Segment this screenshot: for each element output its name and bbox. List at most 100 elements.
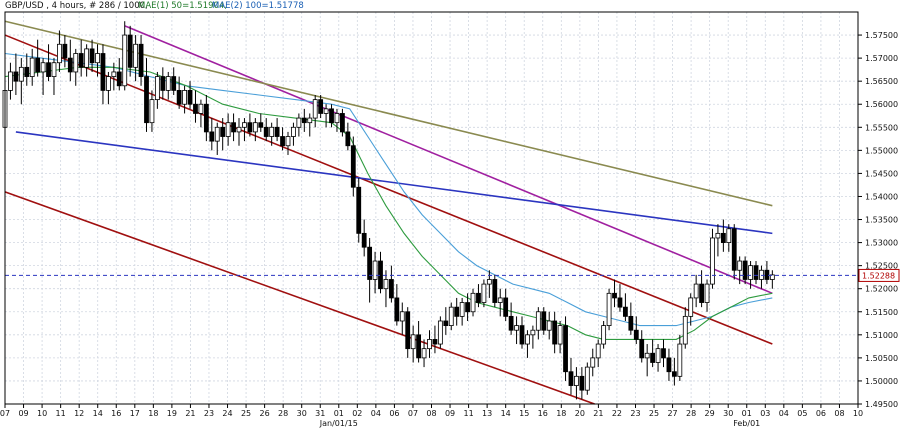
x-tick-label: 11 bbox=[464, 409, 474, 418]
candle-body bbox=[73, 53, 79, 73]
candle-body bbox=[661, 348, 666, 359]
candle-body bbox=[301, 117, 307, 124]
price-chart: 1.52288 1.57500 1.57000 1.56500 1.56000 1.55… bbox=[0, 0, 900, 429]
x-tick-label: 14 bbox=[93, 409, 103, 418]
candle-body bbox=[372, 260, 378, 280]
candle-body bbox=[106, 76, 111, 91]
candle-body bbox=[334, 113, 340, 124]
x-tick-label: 23 bbox=[630, 409, 640, 418]
candle-body bbox=[742, 260, 748, 280]
y-tick-label: 1.54500 bbox=[865, 169, 898, 178]
candle-body bbox=[525, 334, 530, 345]
candle-body bbox=[448, 306, 454, 327]
month-label: Feb/01 bbox=[733, 419, 760, 428]
candle-body bbox=[677, 343, 683, 377]
candle-body bbox=[666, 357, 672, 373]
candle-body bbox=[367, 246, 373, 280]
candle-body bbox=[574, 375, 579, 386]
candle-body bbox=[182, 90, 187, 105]
candle-body bbox=[127, 34, 133, 68]
candle-body bbox=[557, 325, 563, 345]
candle-body bbox=[503, 297, 509, 317]
candle-body bbox=[40, 62, 46, 73]
candle-body bbox=[318, 99, 324, 114]
y-tick-label: 1.56500 bbox=[865, 77, 898, 86]
candle-body bbox=[579, 375, 585, 391]
candle-body bbox=[340, 113, 345, 133]
x-tick-label: 21 bbox=[593, 409, 603, 418]
candle-body bbox=[160, 76, 166, 91]
candle-body bbox=[726, 228, 732, 243]
candle-body bbox=[628, 315, 634, 331]
chart-window: 1.52288 1.57500 1.57000 1.56500 1.56000 1.55… bbox=[0, 0, 900, 429]
x-tick-label: 06 bbox=[389, 409, 399, 418]
candle-body bbox=[410, 334, 416, 350]
candle-body bbox=[356, 186, 362, 234]
candle-body bbox=[427, 339, 432, 350]
candle-body bbox=[753, 265, 759, 280]
y-tick-label: 1.52000 bbox=[865, 285, 898, 294]
candle-body bbox=[530, 329, 536, 336]
candle-body bbox=[595, 343, 601, 359]
x-tick-label: 12 bbox=[74, 409, 84, 418]
y-tick-label: 1.55000 bbox=[865, 146, 898, 155]
candle-body bbox=[399, 311, 405, 322]
x-tick-label: 30 bbox=[723, 409, 733, 418]
candle-body bbox=[8, 71, 13, 91]
candle-body bbox=[203, 103, 209, 133]
candle-body bbox=[345, 131, 351, 147]
x-tick-label: 18 bbox=[148, 409, 158, 418]
candle bbox=[584, 362, 590, 395]
candle bbox=[350, 136, 356, 197]
y-tick-label: 1.55500 bbox=[865, 123, 898, 132]
y-tick-label: 1.52500 bbox=[865, 262, 898, 271]
candle bbox=[606, 288, 612, 331]
candle-body bbox=[176, 90, 182, 105]
candle-body bbox=[481, 283, 487, 303]
candle-body bbox=[682, 315, 688, 345]
x-tick-label: 16 bbox=[111, 409, 121, 418]
candle-body bbox=[296, 117, 302, 128]
x-tick-label: 10 bbox=[853, 409, 863, 418]
candle-body bbox=[383, 279, 389, 290]
candle-body bbox=[590, 357, 596, 368]
candle-body bbox=[486, 279, 492, 285]
candle-body bbox=[24, 66, 30, 77]
candle-body bbox=[671, 371, 677, 377]
candle-body bbox=[459, 302, 465, 317]
candle-body bbox=[323, 108, 329, 114]
candle-body bbox=[432, 339, 438, 345]
month-label: Jan/01/15 bbox=[319, 419, 358, 428]
candle-body bbox=[623, 306, 628, 317]
x-tick-label: 07 bbox=[408, 409, 418, 418]
candle-body bbox=[405, 311, 411, 350]
x-tick-label: 29 bbox=[705, 409, 715, 418]
candle-body bbox=[699, 283, 704, 303]
candle-body bbox=[535, 311, 541, 331]
candle-body bbox=[541, 311, 547, 331]
x-tick-label: 30 bbox=[297, 409, 307, 418]
x-tick-label: 19 bbox=[167, 409, 177, 418]
candle-body bbox=[639, 339, 645, 359]
x-tick-label: 25 bbox=[649, 409, 659, 418]
candle-body bbox=[149, 99, 155, 124]
candle-body bbox=[111, 71, 117, 77]
candle-body bbox=[617, 297, 623, 308]
x-tick-label: 04 bbox=[371, 409, 381, 418]
candle-body bbox=[546, 320, 552, 331]
x-tick-label: 05 bbox=[797, 409, 807, 418]
candle-body bbox=[29, 57, 35, 77]
candle-body bbox=[361, 232, 367, 248]
candle-body bbox=[465, 302, 470, 313]
candle-body bbox=[51, 62, 57, 77]
x-tick-label: 25 bbox=[241, 409, 251, 418]
candle-body bbox=[759, 269, 764, 280]
candle-body bbox=[214, 126, 220, 142]
candle-body bbox=[274, 126, 280, 137]
candle-body bbox=[421, 348, 427, 359]
candle bbox=[492, 274, 498, 308]
candle-body bbox=[688, 297, 694, 317]
candle bbox=[356, 178, 362, 243]
y-tick-label: 1.51000 bbox=[865, 331, 898, 340]
candle-body bbox=[492, 279, 498, 303]
